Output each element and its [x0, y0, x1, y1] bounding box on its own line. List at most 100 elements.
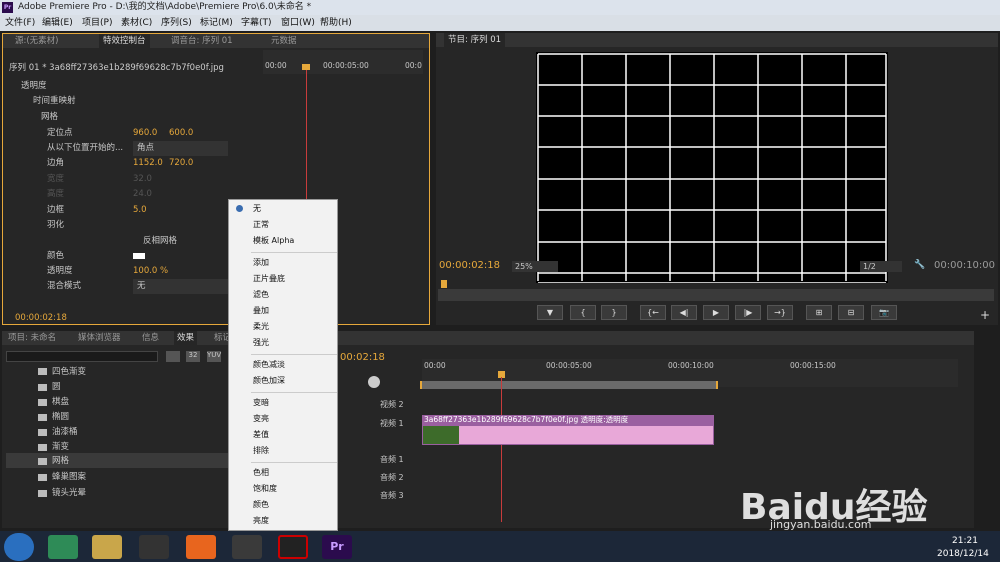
taskbar-record-icon[interactable] [278, 535, 308, 559]
effect-item-grid-selected[interactable]: 网格 [52, 454, 69, 469]
extract-button[interactable]: ⊟ [838, 305, 864, 320]
menu-item-luminosity[interactable]: 亮度 [253, 514, 269, 528]
taskbar-qq-icon[interactable] [139, 535, 169, 559]
effect-item[interactable]: 圆 [52, 380, 61, 395]
border-val[interactable]: 5.0 [133, 203, 147, 218]
ruler-start: 00:00 [265, 61, 287, 70]
tab-media-browser[interactable]: 媒体浏览器 [78, 331, 121, 345]
add-marker-button[interactable]: ▼ [537, 305, 563, 320]
menu-item-color-dodge[interactable]: 颜色减淡 [253, 358, 285, 372]
menu-item-color-burn[interactable]: 颜色加深 [253, 374, 285, 388]
anchor-x[interactable]: 960.0 [133, 126, 157, 141]
yuv-effects-icon[interactable]: YUV [207, 351, 221, 362]
menu-item-soft-light[interactable]: 柔光 [253, 320, 269, 334]
menu-item-lighten[interactable]: 变亮 [253, 412, 269, 426]
menu-item-difference[interactable]: 差值 [253, 428, 269, 442]
32bit-effects-icon[interactable]: 32 [186, 351, 200, 362]
grid-opacity-val[interactable]: 100.0 % [133, 264, 168, 279]
taskbar-app-icon[interactable] [232, 535, 262, 559]
lift-button[interactable]: ⊞ [806, 305, 832, 320]
step-forward-button[interactable]: |▶ [735, 305, 761, 320]
menu-item-darken[interactable]: 变暗 [253, 396, 269, 410]
effect-item[interactable]: 镜头光晕 [52, 486, 86, 501]
tab-effect-controls[interactable]: 特效控制台 [99, 34, 150, 48]
menu-help[interactable]: 帮助(H) [320, 15, 352, 31]
menu-project[interactable]: 项目(P) [82, 15, 112, 31]
snap-icon[interactable] [368, 376, 380, 388]
menu-item-hue[interactable]: 色相 [253, 466, 269, 480]
mark-out-button[interactable]: } [601, 305, 627, 320]
menu-item-screen[interactable]: 滤色 [253, 288, 269, 302]
quality-dropdown[interactable]: 1/2 [860, 261, 902, 272]
program-playhead[interactable] [441, 280, 447, 288]
menu-sequence[interactable]: 序列(S) [161, 15, 192, 31]
prop-grid[interactable]: 网格 [41, 110, 58, 125]
menu-edit[interactable]: 编辑(E) [42, 15, 73, 31]
menu-item-exclusion[interactable]: 排除 [253, 444, 269, 458]
taskbar-premiere-icon[interactable]: Pr [322, 535, 352, 559]
play-button[interactable]: ▶ [703, 305, 729, 320]
program-timecode: 00:00:02:18 [439, 260, 501, 271]
menu-clip[interactable]: 素材(C) [121, 15, 152, 31]
prop-time-remap[interactable]: 时间重映射 [33, 94, 76, 109]
tab-project[interactable]: 项目: 未命名 [8, 331, 56, 345]
blend-dropdown[interactable]: 无 [133, 279, 228, 294]
effects-search-input[interactable] [6, 351, 158, 362]
menu-item-hard-light[interactable]: 强光 [253, 336, 269, 350]
tab-info[interactable]: 信息 [142, 331, 159, 345]
video-clip[interactable] [422, 425, 714, 445]
accelerated-effects-icon[interactable] [166, 351, 180, 362]
menu-file[interactable]: 文件(F) [5, 15, 35, 31]
menu-window[interactable]: 窗口(W) [281, 15, 315, 31]
taskbar-folder-icon[interactable] [92, 535, 122, 559]
tab-effects[interactable]: 效果 [174, 331, 198, 345]
effect-item[interactable]: 四色渐变 [52, 365, 86, 380]
menu-item-multiply[interactable]: 正片叠底 [253, 272, 285, 286]
color-swatch[interactable] [133, 253, 145, 259]
mark-in-button[interactable]: { [570, 305, 596, 320]
menu-item-add[interactable]: 添加 [253, 256, 269, 270]
track-a1[interactable]: 音频 1 [380, 454, 404, 465]
tab-metadata[interactable]: 元数据 [271, 34, 297, 48]
wrench-icon[interactable]: 🔧 [914, 260, 926, 272]
menu-marker[interactable]: 标记(M) [200, 15, 233, 31]
corner-x[interactable]: 1152.0 [133, 156, 163, 171]
program-monitor: 节目: 序列 01 00:00:02:18 25% 1/2 🔧 00:00:10… [436, 33, 998, 325]
effect-item[interactable]: 蜂巢图案 [52, 470, 86, 485]
track-v1[interactable]: 视频 1 [380, 418, 404, 429]
anchor-y[interactable]: 600.0 [169, 126, 193, 141]
tab-source[interactable]: 源:(无素材) [15, 34, 59, 48]
effect-item[interactable]: 椭圆 [52, 410, 69, 425]
menu-item-none[interactable]: 无 [253, 202, 261, 216]
menu-item-overlay[interactable]: 叠加 [253, 304, 269, 318]
start-button-icon[interactable] [4, 533, 34, 561]
clip-header[interactable]: 3a68ff27363e1b289f69628c7b7f0e0f.jpg 透明度… [422, 415, 714, 425]
playhead-handle[interactable] [302, 64, 310, 70]
export-frame-button[interactable]: 📷 [871, 305, 897, 320]
effect-item[interactable]: 棋盘 [52, 395, 69, 410]
zoom-dropdown[interactable]: 25% [512, 261, 558, 272]
prop-opacity[interactable]: 透明度 [21, 79, 47, 94]
taskbar-browser-icon[interactable] [48, 535, 78, 559]
tab-audio-mixer[interactable]: 调音台: 序列 01 [171, 34, 233, 48]
add-button-icon[interactable]: + [980, 308, 990, 322]
menu-item-stencil-alpha[interactable]: 模板 Alpha [253, 234, 294, 248]
effect-item[interactable]: 油漆桶 [52, 425, 78, 440]
track-v2[interactable]: 视频 2 [380, 399, 404, 410]
step-back-button[interactable]: ◀| [671, 305, 697, 320]
invert-grid-label[interactable]: 反相网格 [143, 234, 177, 249]
corner-dropdown[interactable]: 角点 [133, 141, 228, 156]
program-scrub-bar[interactable] [438, 289, 994, 301]
track-a3[interactable]: 音频 3 [380, 490, 404, 501]
go-to-out-button[interactable]: →} [767, 305, 793, 320]
go-to-in-button[interactable]: {← [640, 305, 666, 320]
tab-program[interactable]: 节目: 序列 01 [444, 33, 506, 47]
menu-item-normal[interactable]: 正常 [253, 218, 269, 232]
corner-y[interactable]: 720.0 [169, 156, 193, 171]
menu-item-saturation[interactable]: 饱和度 [253, 482, 277, 496]
menu-item-color[interactable]: 颜色 [253, 498, 269, 512]
taskbar-firefox-icon[interactable] [186, 535, 216, 559]
work-area-bar[interactable] [420, 381, 718, 389]
track-a2[interactable]: 音频 2 [380, 472, 404, 483]
menu-title[interactable]: 字幕(T) [241, 15, 272, 31]
